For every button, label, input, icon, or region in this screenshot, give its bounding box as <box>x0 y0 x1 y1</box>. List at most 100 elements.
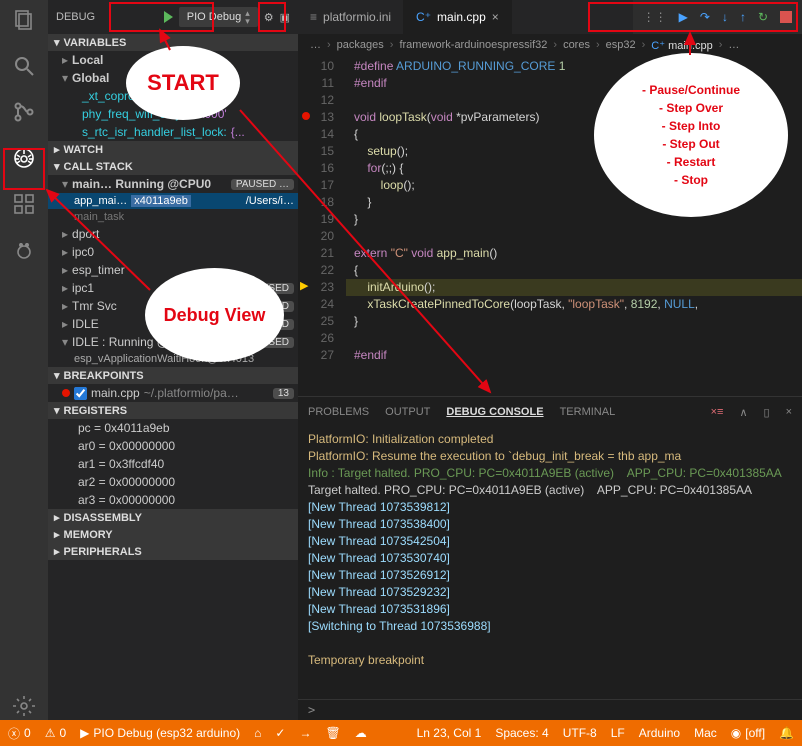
stack-frame[interactable]: esp_vApplicationWaitiHook@0x4013 <box>48 351 298 367</box>
bottom-panel: PROBLEMS OUTPUT DEBUG CONSOLE TERMINAL ×… <box>298 396 802 720</box>
thread-row[interactable]: ▸ipc0 <box>48 243 298 261</box>
status-port[interactable]: Mac <box>694 726 717 740</box>
pio-icon[interactable] <box>10 236 38 264</box>
start-debug-button[interactable] <box>164 11 173 23</box>
close-panel-icon[interactable]: × <box>786 406 792 418</box>
editor-area: ≡platformio.ini C⁺main.cpp× ⋮⋮ ▶ ↷ ↓ ↑ ↻… <box>298 0 802 720</box>
debug-console-output[interactable]: PlatformIO: Initialization completedPlat… <box>298 427 802 699</box>
register-row: pc = 0x4011a9eb <box>48 419 298 437</box>
section-watch[interactable]: ▸ WATCH <box>48 141 298 158</box>
step-out-button[interactable]: ↑ <box>740 10 746 24</box>
pio-clean-icon[interactable]: 🗑 <box>325 726 340 740</box>
tab-terminal[interactable]: TERMINAL <box>560 406 616 418</box>
debug-icon[interactable] <box>10 144 38 172</box>
scope-local[interactable]: ▸Local <box>48 51 298 69</box>
pio-home-icon[interactable]: ⌂ <box>254 726 261 740</box>
debug-sidebar: DEBUG PIO Debug ▴▾ ⚙ ▣ ▾ VARIABLES ▸Loca… <box>48 0 298 720</box>
crumb[interactable]: esp32 <box>606 39 636 51</box>
section-memory[interactable]: ▸ MEMORY <box>48 526 298 543</box>
collapse-icon[interactable]: ∧ <box>739 406 747 419</box>
restart-button[interactable]: ↻ <box>758 10 768 24</box>
status-eol[interactable]: LF <box>611 726 625 740</box>
section-breakpoints[interactable]: ▾ BREAKPOINTS <box>48 367 298 384</box>
variable-row[interactable]: s_rtc_isr_handler_list_lock: {... <box>48 123 298 141</box>
settings-gear-icon[interactable] <box>10 692 38 720</box>
crumb[interactable]: … <box>310 39 321 51</box>
thread-row[interactable]: ▸dport <box>48 225 298 243</box>
debug-console-input[interactable]: > <box>298 699 802 720</box>
gear-icon[interactable]: ⚙ <box>264 11 274 24</box>
debug-config-select[interactable]: PIO Debug ▴▾ <box>179 7 258 27</box>
grip-icon[interactable]: ⋮⋮ <box>643 10 667 24</box>
scm-icon[interactable] <box>10 98 38 126</box>
register-row: ar3 = 0x00000000 <box>48 491 298 509</box>
status-live-icon[interactable]: ◉ [off] <box>731 726 765 740</box>
debug-label: DEBUG <box>56 11 95 23</box>
activity-bar <box>0 0 48 720</box>
cloud-icon[interactable]: ☁ <box>355 726 367 740</box>
crumb[interactable]: cores <box>563 39 590 51</box>
register-row: ar0 = 0x00000000 <box>48 437 298 455</box>
tab-platformio[interactable]: ≡platformio.ini <box>298 0 404 34</box>
thread-row[interactable]: ▸ipc1PAUSED <box>48 279 298 297</box>
stack-frame[interactable]: main_task <box>48 209 298 225</box>
explorer-icon[interactable] <box>10 6 38 34</box>
tab-bar: ≡platformio.ini C⁺main.cpp× ⋮⋮ ▶ ↷ ↓ ↑ ↻ <box>298 0 802 34</box>
step-into-button[interactable]: ↓ <box>722 10 728 24</box>
breakpoint-row[interactable]: main.cpp ~/.platformio/pa… 13 <box>48 384 298 402</box>
thread-row[interactable]: ▸IDLEPAUSED <box>48 315 298 333</box>
debug-console-icon[interactable]: ▣ <box>280 11 290 24</box>
maximize-icon[interactable]: ▯ <box>764 406 770 419</box>
scope-global[interactable]: ▾Global <box>48 69 298 87</box>
tab-problems[interactable]: PROBLEMS <box>308 406 369 418</box>
breakpoint-checkbox[interactable] <box>74 387 87 400</box>
debug-toolbar: ⋮⋮ ▶ ↷ ↓ ↑ ↻ <box>633 0 802 34</box>
section-callstack[interactable]: ▾ CALL STACK <box>48 158 298 175</box>
status-lang[interactable]: Arduino <box>639 726 680 740</box>
status-bar: ⓧ 0 ⚠ 0 ▶ PIO Debug (esp32 arduino) ⌂ ✓ … <box>0 720 802 746</box>
debug-config-name: PIO Debug <box>187 11 241 23</box>
status-spaces[interactable]: Spaces: 4 <box>495 726 548 740</box>
continue-button[interactable]: ▶ <box>679 10 688 24</box>
chevron-updown-icon: ▴▾ <box>245 9 250 25</box>
section-registers[interactable]: ▾ REGISTERS <box>48 402 298 419</box>
crumb[interactable]: … <box>728 39 739 51</box>
extensions-icon[interactable] <box>10 190 38 218</box>
breadcrumb[interactable]: …›packages›framework-arduinoespressif32›… <box>298 34 802 56</box>
clear-icon[interactable]: ×≡ <box>711 406 724 418</box>
pio-upload-icon[interactable]: → <box>299 726 311 740</box>
thread-row[interactable]: ▸esp_timer <box>48 261 298 279</box>
breakpoint-dot-icon <box>62 389 70 397</box>
status-encoding[interactable]: UTF-8 <box>563 726 597 740</box>
status-errors[interactable]: ⓧ 0 <box>8 725 31 742</box>
crumb[interactable]: packages <box>337 39 384 51</box>
tab-output[interactable]: OUTPUT <box>385 406 430 418</box>
crumb[interactable]: C⁺ main.cpp <box>651 39 712 52</box>
settings-icon: ≡ <box>310 10 317 24</box>
status-warnings[interactable]: ⚠ 0 <box>45 726 66 740</box>
register-row: ar1 = 0x3ffcdf40 <box>48 455 298 473</box>
close-icon[interactable]: × <box>492 10 499 24</box>
cpp-icon: C⁺ <box>416 10 431 24</box>
register-row: ar2 = 0x00000000 <box>48 473 298 491</box>
section-disassembly[interactable]: ▸ DISASSEMBLY <box>48 509 298 526</box>
variable-row[interactable]: _xt_coproc_sa_offset: 0 <box>48 87 298 105</box>
crumb[interactable]: framework-arduinoespressif32 <box>399 39 547 51</box>
status-cursor[interactable]: Ln 23, Col 1 <box>417 726 482 740</box>
thread-row[interactable]: ▾IDLE : Running @CPU1PAUSED <box>48 333 298 351</box>
stack-frame[interactable]: app_mai… x4011a9eb /Users/i… <box>48 193 298 209</box>
thread-row[interactable]: ▾main… Running @CPU0PAUSED … <box>48 175 298 193</box>
bell-icon[interactable]: 🔔 <box>779 726 794 740</box>
code-editor[interactable]: 1011121314151617181920212223▶24252627 #d… <box>298 56 802 396</box>
section-peripherals[interactable]: ▸ PERIPHERALS <box>48 543 298 560</box>
status-debug-config[interactable]: ▶ PIO Debug (esp32 arduino) <box>80 726 240 740</box>
stop-button[interactable] <box>780 11 792 23</box>
section-variables[interactable]: ▾ VARIABLES <box>48 34 298 51</box>
variable-row[interactable]: phy_freq_wifi_only: 0 '\000' <box>48 105 298 123</box>
pio-build-icon[interactable]: ✓ <box>275 726 285 740</box>
tab-main-cpp[interactable]: C⁺main.cpp× <box>404 0 512 34</box>
tab-debug-console[interactable]: DEBUG CONSOLE <box>446 406 543 418</box>
thread-row[interactable]: ▸Tmr SvcPAUSED <box>48 297 298 315</box>
step-over-button[interactable]: ↷ <box>700 10 710 24</box>
search-icon[interactable] <box>10 52 38 80</box>
